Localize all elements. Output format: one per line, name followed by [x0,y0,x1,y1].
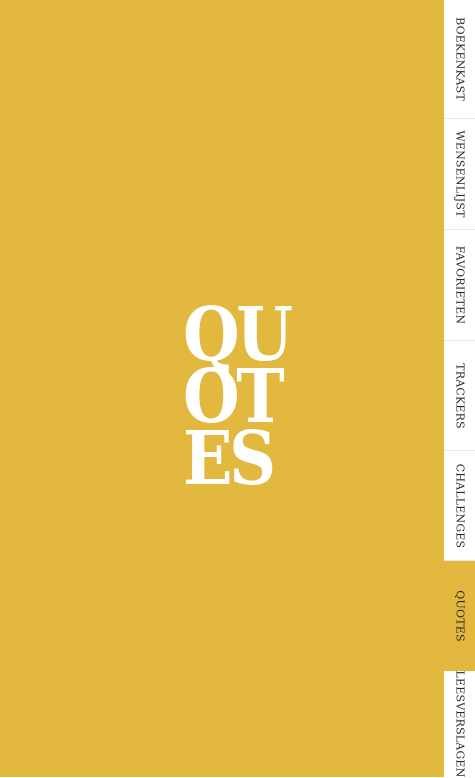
quotes-panel: QU OT ES [0,0,444,777]
tab-boekenkast[interactable]: BOEKENKAST [444,0,475,119]
tab-wensenlijst[interactable]: WENSENLIJST [444,119,475,230]
tab-label: BOEKENKAST [453,17,466,101]
side-tab-strip: BOEKENKAST WENSENLIJST FAVORIETEN TRACKE… [444,0,475,777]
page-title: QU OT ES [183,298,297,496]
tab-label: LEESVERSLAGEN [453,670,466,778]
tab-label: TRACKERS [453,362,466,429]
tab-label: FAVORIETEN [453,245,466,325]
tab-label: QUOTES [453,589,466,642]
tab-trackers[interactable]: TRACKERS [444,341,475,451]
tab-favorieten[interactable]: FAVORIETEN [444,230,475,341]
tab-label: WENSENLIJST [453,130,466,218]
tab-leesverslagen[interactable]: LEESVERSLAGEN [444,670,475,778]
tab-quotes[interactable]: QUOTES [444,561,475,671]
tab-label: CHALLENGES [453,463,466,548]
tab-challenges[interactable]: CHALLENGES [444,451,475,561]
